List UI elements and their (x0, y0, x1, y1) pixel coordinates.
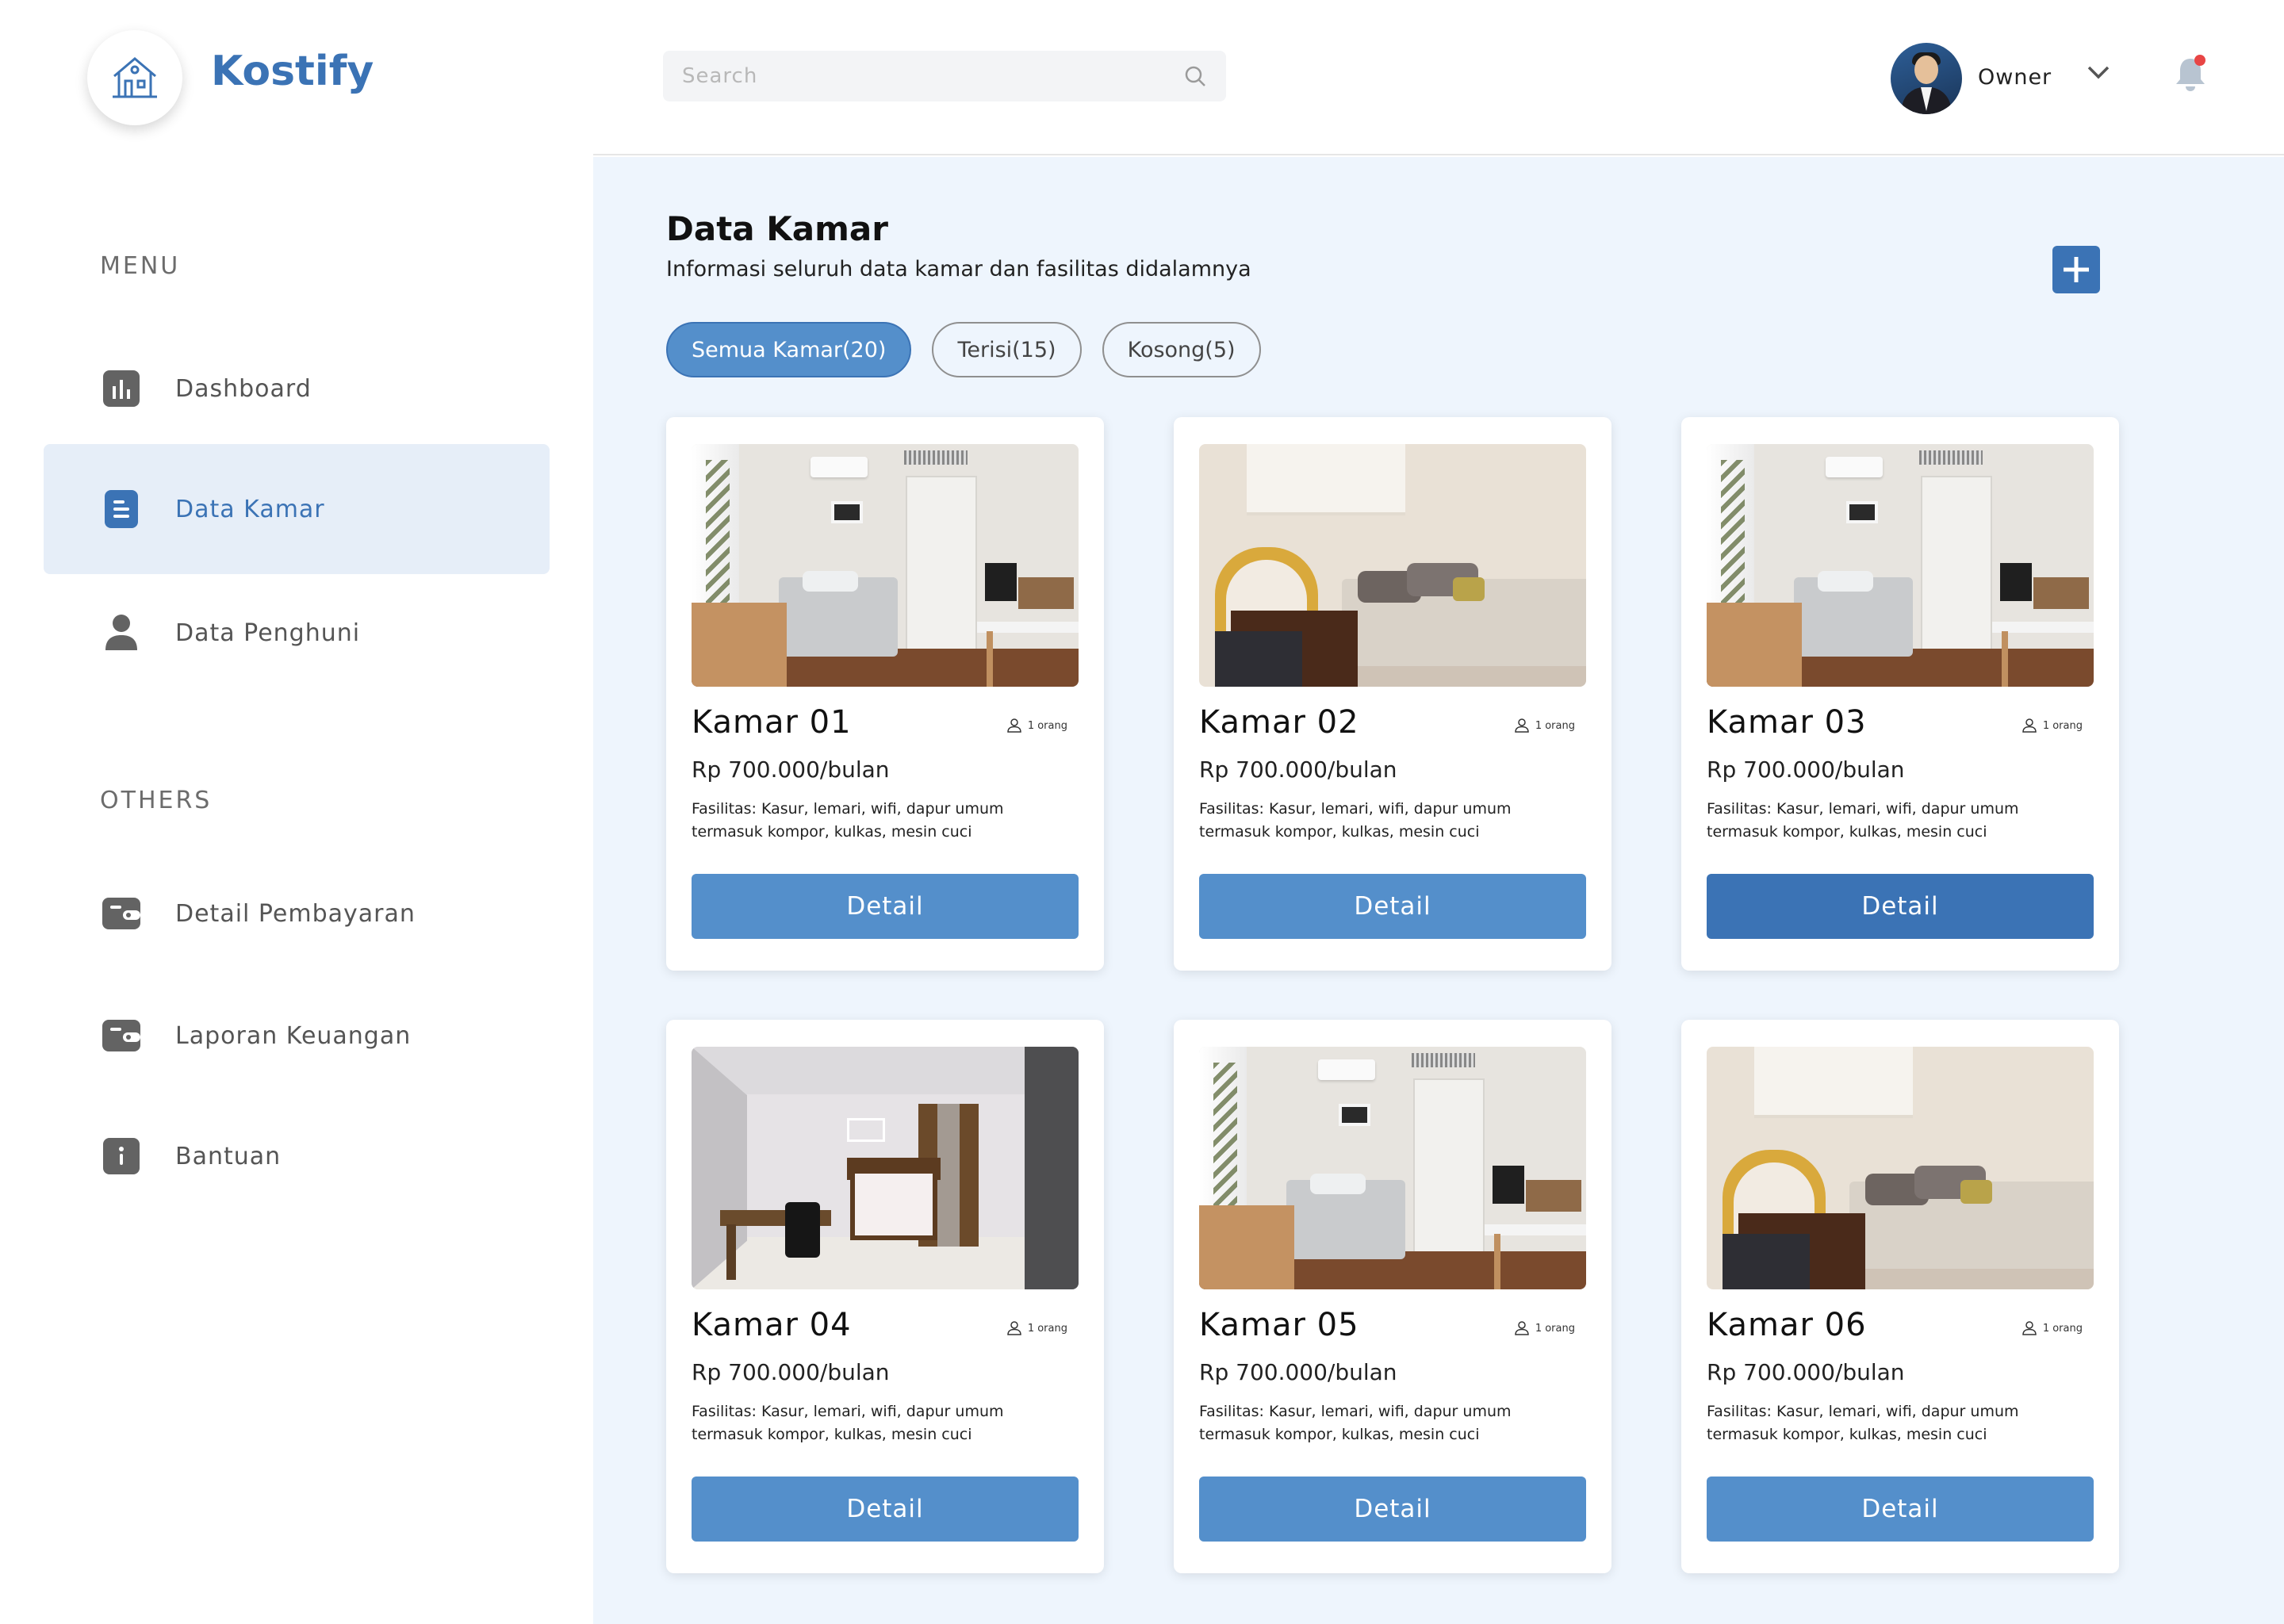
bell-icon[interactable] (2173, 54, 2208, 94)
room-facilities: Fasilitas: Kasur, lemari, wifi, dapur um… (1199, 1403, 1512, 1443)
room-photo (1707, 1047, 2094, 1289)
add-room-button[interactable] (2052, 246, 2100, 293)
person-outline-icon (1515, 718, 1529, 733)
room-name: Kamar 02 (1199, 704, 1359, 741)
filter-kosong[interactable]: Kosong(5) (1102, 322, 1261, 377)
plus-icon (2060, 254, 2092, 285)
logo[interactable] (87, 30, 182, 125)
detail-button[interactable]: Detail (692, 874, 1079, 939)
sidebar-item-label: Data Kamar (175, 495, 325, 523)
house-icon (109, 54, 160, 102)
filter-tabs: Semua Kamar(20) Terisi(15) Kosong(5) (666, 322, 1261, 377)
room-photo (1707, 444, 2094, 687)
room-name: Kamar 03 (1707, 704, 1867, 741)
occupant-badge: 1 orang (1515, 718, 1575, 733)
wallet-icon (102, 1017, 140, 1055)
user-name[interactable]: Owner (1978, 65, 2052, 90)
avatar[interactable] (1891, 43, 1962, 114)
filter-semua-kamar[interactable]: Semua Kamar(20) (666, 322, 912, 377)
room-price: Rp 700.000/bulan (1707, 756, 1905, 783)
room-card[interactable]: Kamar 04 1 orang Rp 700.000/bulan Fasili… (666, 1020, 1104, 1573)
room-facilities: Fasilitas: Kasur, lemari, wifi, dapur um… (1707, 800, 2019, 841)
sidebar: Kostify MENU Dashboard Data Kamar Data P… (0, 0, 593, 1624)
sidebar-item-laporan-keuangan[interactable]: Laporan Keuangan (44, 971, 550, 1101)
room-facilities: Fasilitas: Kasur, lemari, wifi, dapur um… (692, 1403, 1004, 1443)
filter-terisi[interactable]: Terisi(15) (932, 322, 1082, 377)
search-bar[interactable]: Search (663, 51, 1226, 102)
person-outline-icon (1007, 718, 1021, 733)
room-card[interactable]: Kamar 05 1 orang Rp 700.000/bulan Fasili… (1174, 1020, 1611, 1573)
sidebar-item-label: Laporan Keuangan (175, 1021, 412, 1050)
occupant-badge: 1 orang (2022, 718, 2083, 733)
room-facilities: Fasilitas: Kasur, lemari, wifi, dapur um… (1199, 800, 1512, 841)
occupant-count: 1 orang (1535, 1322, 1575, 1335)
room-photo (1199, 444, 1586, 687)
detail-button[interactable]: Detail (692, 1477, 1079, 1542)
room-name: Kamar 04 (692, 1307, 852, 1343)
user-icon (102, 614, 140, 652)
room-price: Rp 700.000/bulan (1199, 1359, 1397, 1385)
sidebar-item-dashboard[interactable]: Dashboard (44, 324, 550, 454)
detail-button[interactable]: Detail (1199, 1477, 1586, 1542)
occupant-count: 1 orang (1027, 1322, 1067, 1335)
chevron-down-icon[interactable] (2086, 63, 2111, 81)
sidebar-item-detail-pembayaran[interactable]: Detail Pembayaran (44, 848, 550, 979)
main-content: Data Kamar Informasi seluruh data kamar … (593, 157, 2284, 1624)
room-name: Kamar 05 (1199, 1307, 1359, 1343)
room-name: Kamar 01 (692, 704, 852, 741)
others-section-label: OTHERS (100, 787, 213, 814)
search-icon[interactable] (1183, 64, 1207, 88)
document-icon (102, 490, 140, 528)
room-photo (692, 444, 1079, 687)
sidebar-item-label: Detail Pembayaran (175, 899, 416, 928)
occupant-count: 1 orang (1535, 719, 1575, 732)
occupant-count: 1 orang (2042, 1322, 2083, 1335)
sidebar-item-data-penghuni[interactable]: Data Penghuni (44, 568, 550, 698)
occupant-badge: 1 orang (2022, 1321, 2083, 1335)
room-card[interactable]: Kamar 01 1 orang Rp 700.000/bulan Fasili… (666, 417, 1104, 971)
room-photo (1199, 1047, 1586, 1289)
room-price: Rp 700.000/bulan (692, 1359, 890, 1385)
page-title: Data Kamar (666, 209, 888, 248)
person-outline-icon (1515, 1321, 1529, 1335)
top-bar: Search Owner (593, 0, 2284, 155)
occupant-count: 1 orang (2042, 719, 2083, 732)
room-photo (692, 1047, 1079, 1289)
detail-button[interactable]: Detail (1707, 1477, 2094, 1542)
occupant-badge: 1 orang (1007, 1321, 1067, 1335)
menu-section-label: MENU (100, 252, 181, 280)
sidebar-item-label: Bantuan (175, 1142, 282, 1170)
room-price: Rp 700.000/bulan (692, 756, 890, 783)
sidebar-item-label: Dashboard (175, 374, 312, 403)
room-price: Rp 700.000/bulan (1199, 756, 1397, 783)
occupant-count: 1 orang (1027, 719, 1067, 732)
info-icon (102, 1137, 140, 1175)
room-facilities: Fasilitas: Kasur, lemari, wifi, dapur um… (692, 800, 1004, 841)
room-card[interactable]: Kamar 02 1 orang Rp 700.000/bulan Fasili… (1174, 417, 1611, 971)
sidebar-item-bantuan[interactable]: Bantuan (44, 1091, 550, 1221)
person-outline-icon (2022, 718, 2037, 733)
room-price: Rp 700.000/bulan (1707, 1359, 1905, 1385)
search-input[interactable]: Search (682, 64, 1183, 88)
sidebar-item-label: Data Penghuni (175, 619, 361, 647)
occupant-badge: 1 orang (1515, 1321, 1575, 1335)
page-subtitle: Informasi seluruh data kamar dan fasilit… (666, 257, 1251, 282)
room-facilities: Fasilitas: Kasur, lemari, wifi, dapur um… (1707, 1403, 2019, 1443)
room-name: Kamar 06 (1707, 1307, 1867, 1343)
app-name: Kostify (211, 48, 374, 95)
detail-button[interactable]: Detail (1707, 874, 2094, 939)
sidebar-item-data-kamar[interactable]: Data Kamar (44, 444, 550, 574)
person-outline-icon (1007, 1321, 1021, 1335)
detail-button[interactable]: Detail (1199, 874, 1586, 939)
room-card[interactable]: Kamar 03 1 orang Rp 700.000/bulan Fasili… (1681, 417, 2119, 971)
person-outline-icon (2022, 1321, 2037, 1335)
wallet-icon (102, 894, 140, 933)
notification-dot (2194, 55, 2205, 66)
bar-chart-icon (102, 370, 140, 408)
room-card[interactable]: Kamar 06 1 orang Rp 700.000/bulan Fasili… (1681, 1020, 2119, 1573)
occupant-badge: 1 orang (1007, 718, 1067, 733)
